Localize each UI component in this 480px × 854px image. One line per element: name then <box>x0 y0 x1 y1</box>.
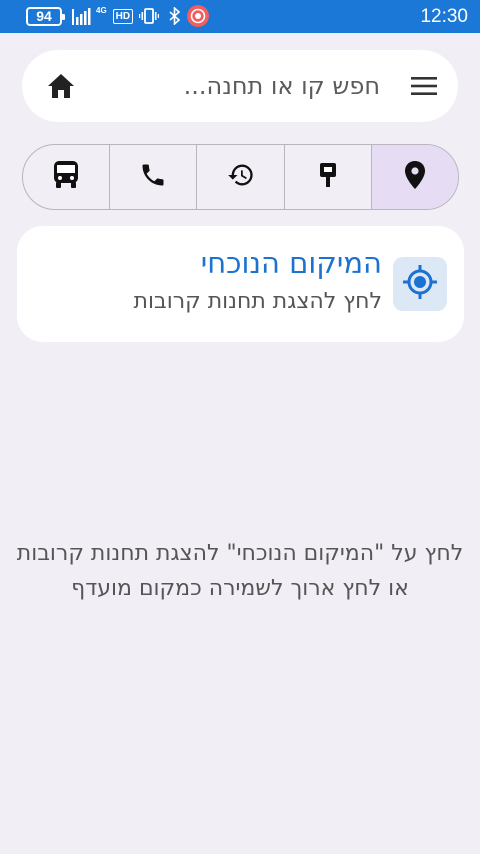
my-location-icon <box>402 264 438 304</box>
location-title: המיקום הנוכחי <box>200 246 382 280</box>
bluetooth-icon <box>169 7 181 25</box>
signal-icon <box>72 7 94 25</box>
location-subtitle: לחץ להצגת תחנות קרובות <box>133 289 382 314</box>
menu-icon[interactable] <box>410 74 438 98</box>
hd-badge: HD <box>112 8 134 24</box>
screen-record-icon <box>187 5 210 27</box>
battery-indicator: 94 <box>26 6 65 26</box>
tab-nearby[interactable] <box>371 145 458 209</box>
tab-bar <box>22 144 459 210</box>
vibrate-icon <box>139 8 160 24</box>
empty-state-hint: לחץ על "המיקום הנוכחי" להצגת תחנות קרובו… <box>0 536 480 606</box>
bus-stop-sign-icon <box>318 162 338 192</box>
bus-icon <box>53 160 79 194</box>
battery-level: 94 <box>36 8 52 24</box>
search-bar <box>22 50 458 122</box>
hint-line-2: או לחץ ארוך לשמירה כמקום מועדף <box>71 576 409 601</box>
my-location-button <box>393 257 447 311</box>
status-bar: 94 4G HD 12:30 <box>0 0 480 33</box>
current-location-card[interactable]: המיקום הנוכחי לחץ להצגת תחנות קרובות <box>17 226 464 342</box>
network-type-label: 4G <box>96 5 107 15</box>
location-pin-icon <box>403 160 427 194</box>
search-input[interactable] <box>120 68 380 104</box>
tab-history[interactable] <box>197 145 285 209</box>
clock: 12:30 <box>420 6 468 27</box>
phone-icon <box>139 161 167 193</box>
tab-contact[interactable] <box>110 145 198 209</box>
tab-lines[interactable] <box>23 145 111 209</box>
home-icon[interactable] <box>46 71 76 101</box>
history-icon <box>226 161 256 193</box>
tab-stops[interactable] <box>285 145 372 209</box>
hint-line-1: לחץ על "המיקום הנוכחי" להצגת תחנות קרובו… <box>16 541 464 566</box>
